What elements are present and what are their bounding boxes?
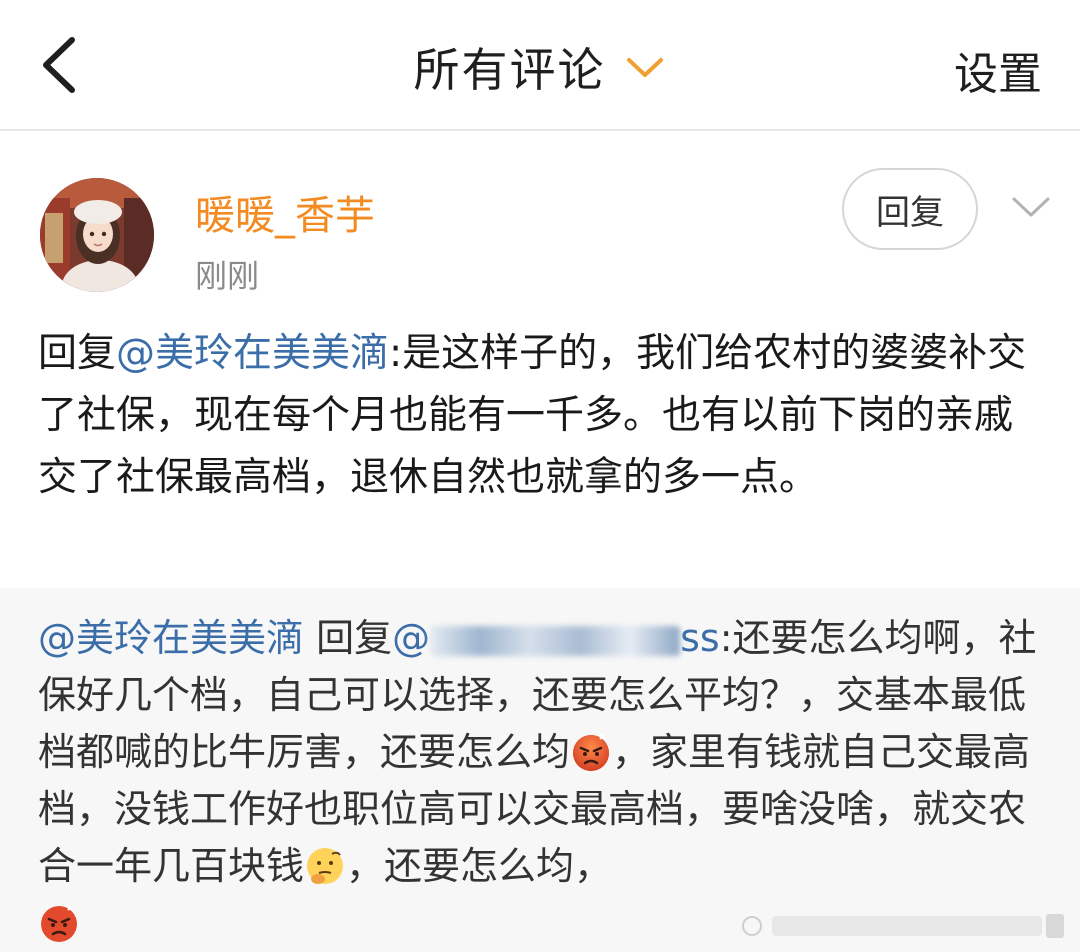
comment-timestamp: 刚刚: [195, 257, 260, 295]
comment-filter-dropdown[interactable]: 所有评论: [0, 34, 1080, 100]
comment-card: 暖暖_香芋 刚刚 回复 回复@美玲在美美滴:是这样子的，我们给农村的婆婆补交了社…: [0, 133, 1080, 588]
quoted-target-mention-end: ss: [680, 616, 720, 660]
angry-face-icon: [570, 731, 612, 773]
reply-button[interactable]: 回复: [842, 168, 978, 250]
comment-username[interactable]: 暖暖_香芋: [195, 183, 375, 241]
page-title: 所有评论: [413, 43, 606, 97]
top-bar: 所有评论 设置: [0, 0, 1080, 131]
avatar[interactable]: [40, 178, 154, 292]
quoted-reply-word: 回复: [316, 616, 393, 660]
chevron-down-icon[interactable]: [1010, 191, 1052, 221]
thinking-face-icon: [304, 845, 346, 887]
quoted-target-mention[interactable]: @ ss: [392, 616, 720, 660]
quoted-comment-body: @美玲在美美滴 回复@ ss:还要怎么均啊，社保好几个档，自己可以选择，还要怎么平…: [38, 610, 1048, 952]
chevron-down-icon: [623, 52, 667, 82]
redacted-username: [430, 625, 681, 656]
settings-button[interactable]: 设置: [954, 38, 1042, 102]
watermark: [738, 906, 1068, 946]
quoted-comment[interactable]: @美玲在美美滴 回复@ ss:还要怎么均啊，社保好几个档，自己可以选择，还要怎么平…: [0, 588, 1080, 952]
angry-face-icon: [38, 902, 80, 944]
reply-prefix: 回复: [38, 331, 117, 376]
quoted-text-part3: ，还要怎么均，: [346, 844, 613, 888]
comment-body: 回复@美玲在美美滴:是这样子的，我们给农村的婆婆补交了社保，现在每个月也能有一千…: [38, 323, 1048, 509]
mention-link[interactable]: @美玲在美美滴: [116, 331, 389, 376]
quoted-target-mention-start: @: [392, 616, 431, 660]
quoted-author-mention[interactable]: @美玲在美美滴: [38, 616, 304, 660]
